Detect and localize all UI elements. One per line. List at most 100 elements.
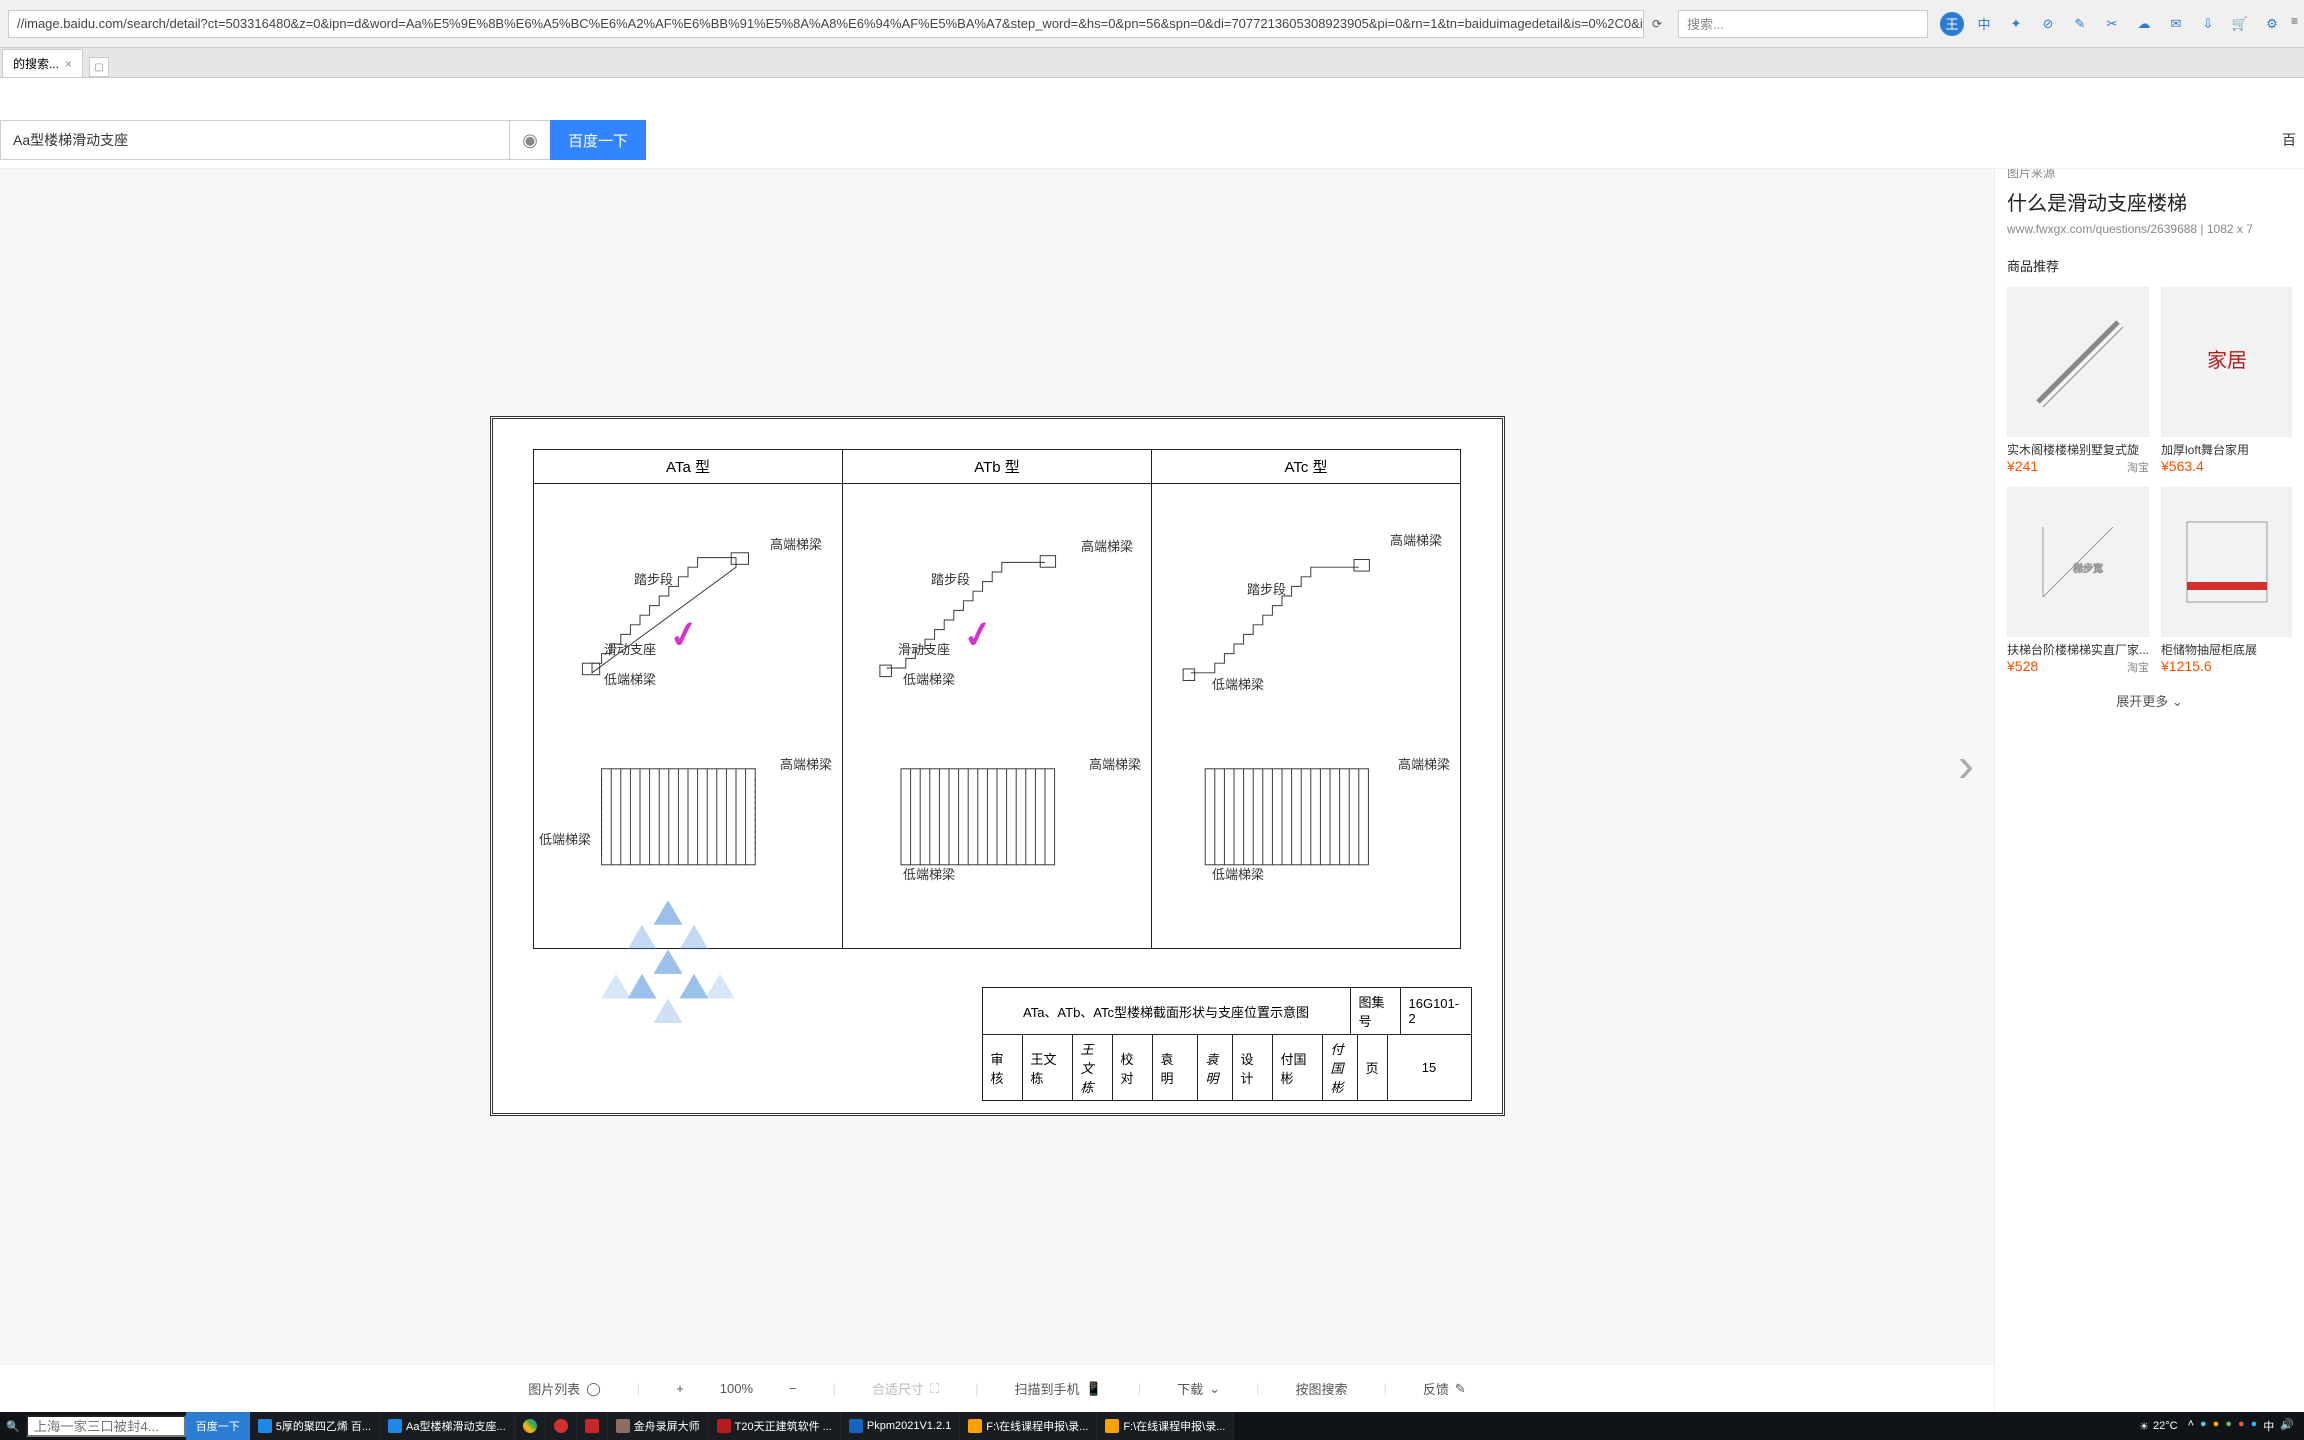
taskbar-app-4[interactable] <box>546 1412 577 1440</box>
scan-button[interactable]: 扫描到手机 📱 <box>1015 1379 1102 1398</box>
zoom-in-button[interactable]: + <box>676 1381 684 1396</box>
product-name: 扶梯台阶楼梯梯实直厂家... <box>2007 641 2149 658</box>
label-step-2: 踏步段 <box>931 569 970 588</box>
download-button[interactable]: 下载 ⌄ <box>1177 1379 1220 1398</box>
title-design-label: 设计 <box>1233 1035 1273 1100</box>
product-price: ¥241 <box>2007 458 2038 474</box>
label-high-3b: 高端梯梁 <box>1398 754 1450 773</box>
title-block: ATa、ATb、ATc型楼梯截面形状与支座位置示意图 图集号 16G101-2 … <box>982 987 1472 1101</box>
ext-icon-8[interactable]: ✉ <box>2164 12 2188 36</box>
expand-more-button[interactable]: 展开更多 ⌄ <box>2007 691 2292 710</box>
ext-icon-9[interactable]: ⇩ <box>2196 12 2220 36</box>
tray-icon[interactable]: ˄ <box>2188 1418 2194 1434</box>
weather-widget[interactable]: ☀ 22°C <box>2139 1420 2177 1433</box>
label-high-1b: 高端梯梁 <box>780 754 832 773</box>
ext-icon-4[interactable]: ⊘ <box>2036 12 2060 36</box>
ext-icon-11[interactable]: ⚙ <box>2260 12 2284 36</box>
label-low-1: 低端梯梁 <box>604 669 656 688</box>
tray-icon[interactable]: 🔊 <box>2280 1418 2294 1434</box>
camera-icon[interactable]: ◉ <box>510 120 550 160</box>
url-input[interactable]: //image.baidu.com/search/detail?ct=50331… <box>8 10 1644 38</box>
new-tab-button[interactable]: ▢ <box>89 57 109 77</box>
tab-bar: 的搜索... × ▢ <box>0 48 2304 78</box>
panel-url: www.fwxgx.com/questions/2639688 | 1082 x… <box>2007 222 2292 236</box>
browser-search-input[interactable]: 搜索... <box>1678 10 1928 38</box>
baidu-search-button[interactable]: 百度一下 <box>550 120 646 160</box>
ext-icon-6[interactable]: ✂ <box>2100 12 2124 36</box>
right-panel: 图片来源 什么是滑动支座楼梯 www.fwxgx.com/questions/2… <box>1994 144 2304 1412</box>
tray-icon[interactable]: ● <box>2213 1418 2220 1434</box>
baidu-search-input[interactable] <box>0 120 510 160</box>
ext-icon-2[interactable]: 中 <box>1972 12 1996 36</box>
search-icon[interactable]: 🔍 <box>6 1420 20 1433</box>
taskbar-app-9[interactable]: F:\在线课程申报\录... <box>960 1412 1097 1440</box>
col-header-ata: ATa 型 <box>534 450 842 484</box>
search-by-image-button[interactable]: 按图搜索 <box>1295 1379 1347 1398</box>
ext-icon-1[interactable]: 王 <box>1940 12 1964 36</box>
tray-icon[interactable]: ● <box>2238 1418 2245 1434</box>
ext-icon-10[interactable]: 🛒 <box>2228 12 2252 36</box>
baidu-top-link[interactable]: 百 <box>2282 130 2296 150</box>
title-proof-value: 袁 明 <box>1153 1035 1198 1100</box>
zoom-level: 100% <box>720 1381 753 1396</box>
product-2[interactable]: 家居 加厚loft舞台家用 ¥563.4 <box>2161 287 2292 475</box>
recommend-label: 商品推荐 <box>2007 256 2292 275</box>
diagram-col-atc: ATc 型 <box>1152 450 1460 948</box>
tray-icon[interactable]: ● <box>2200 1418 2207 1434</box>
taskbar-app-10[interactable]: F:\在线课程申报\录... <box>1097 1412 1234 1440</box>
watermark-icon <box>593 893 743 1023</box>
tab-search[interactable]: 的搜索... × <box>2 49 83 77</box>
taskbar-app-1[interactable]: 5厚的聚四乙烯 百... <box>250 1412 380 1440</box>
taskbar-app-3[interactable] <box>515 1412 546 1440</box>
title-set-value: 16G101-2 <box>1401 988 1471 1034</box>
taskbar-apps: 5厚的聚四乙烯 百... Aa型楼梯滑动支座... 金舟录屏大师 T20天正建筑… <box>250 1412 2129 1440</box>
label-low-3b: 低端梯梁 <box>1212 864 1264 883</box>
feedback-button[interactable]: 反馈 ✎ <box>1423 1379 1466 1398</box>
label-high-2b: 高端梯梁 <box>1089 754 1141 773</box>
image-list-button[interactable]: 图片列表 ◯ <box>528 1379 601 1398</box>
taskbar-app-7[interactable]: T20天正建筑软件 ... <box>709 1412 841 1440</box>
close-icon[interactable]: × <box>65 57 72 71</box>
taskbar: 🔍 百度一下 5厚的聚四乙烯 百... Aa型楼梯滑动支座... 金舟录屏大师 … <box>0 1412 2304 1440</box>
label-high-1: 高端梯梁 <box>770 534 822 553</box>
diagram-image: ATa 型 <box>490 416 1505 1116</box>
tray-icon[interactable]: ● <box>2225 1418 2232 1434</box>
panel-title[interactable]: 什么是滑动支座楼梯 <box>2007 187 2292 216</box>
taskbar-app-2[interactable]: Aa型楼梯滑动支座... <box>380 1412 515 1440</box>
tray-icons[interactable]: ˄ ● ● ● ● ● 中 🔊 <box>2188 1418 2294 1434</box>
ext-icon-5[interactable]: ✎ <box>2068 12 2092 36</box>
title-main: ATa、ATb、ATc型楼梯截面形状与支座位置示意图 <box>983 988 1351 1034</box>
title-design-value: 付国彬 <box>1273 1035 1323 1100</box>
taskbar-baidu-button[interactable]: 百度一下 <box>186 1412 250 1440</box>
baidu-search-bar: ◉ 百度一下 百 <box>0 100 2304 169</box>
product-3[interactable]: 梯步宽 扶梯台阶楼梯梯实直厂家... ¥528淘宝 <box>2007 487 2149 675</box>
image-toolbar: 图片列表 ◯ | + 100% − | 合适尺寸 ⛶ | 扫描到手机 📱 | 下… <box>0 1364 1994 1412</box>
ext-icon-7[interactable]: ☁ <box>2132 12 2156 36</box>
zoom-out-button[interactable]: − <box>789 1381 797 1396</box>
taskbar-app-8[interactable]: Pkpm2021V1.2.1 <box>841 1412 960 1440</box>
refresh-icon[interactable]: ⟳ <box>1652 17 1662 31</box>
label-low-2: 低端梯梁 <box>903 669 955 688</box>
product-src: 淘宝 <box>2127 459 2149 475</box>
fit-button[interactable]: 合适尺寸 ⛶ <box>872 1379 939 1398</box>
ext-icon-3[interactable]: ✦ <box>2004 12 2028 36</box>
product-1[interactable]: 实木阁楼楼梯别墅复式旋 ¥241淘宝 <box>2007 287 2149 475</box>
label-low-2b: 低端梯梁 <box>903 864 955 883</box>
taskbar-app-5[interactable] <box>577 1412 608 1440</box>
svg-text:梯步宽: 梯步宽 <box>2073 562 2103 575</box>
title-review-label: 审核 <box>983 1035 1023 1100</box>
next-arrow-icon[interactable]: › <box>1958 739 1974 794</box>
tray-icon[interactable]: 中 <box>2263 1418 2274 1434</box>
title-reviewer: 王文栋 <box>1023 1035 1073 1100</box>
taskbar-app-6[interactable]: 金舟录屏大师 <box>608 1412 709 1440</box>
tray-icon[interactable]: ● <box>2251 1418 2258 1434</box>
label-high-2: 高端梯梁 <box>1081 536 1133 555</box>
product-4[interactable]: 柜储物抽屉柜底展 ¥1215.6 <box>2161 487 2292 675</box>
diagram-col-ata: ATa 型 <box>534 450 843 948</box>
menu-icon[interactable]: ≡ <box>2291 14 2298 28</box>
taskbar-search-input[interactable] <box>26 1415 186 1437</box>
browser-address-bar: //image.baidu.com/search/detail?ct=50331… <box>0 0 2304 48</box>
title-set-label: 图集号 <box>1351 988 1401 1034</box>
label-step-3: 踏步段 <box>1247 579 1286 598</box>
product-name: 柜储物抽屉柜底展 <box>2161 641 2292 658</box>
